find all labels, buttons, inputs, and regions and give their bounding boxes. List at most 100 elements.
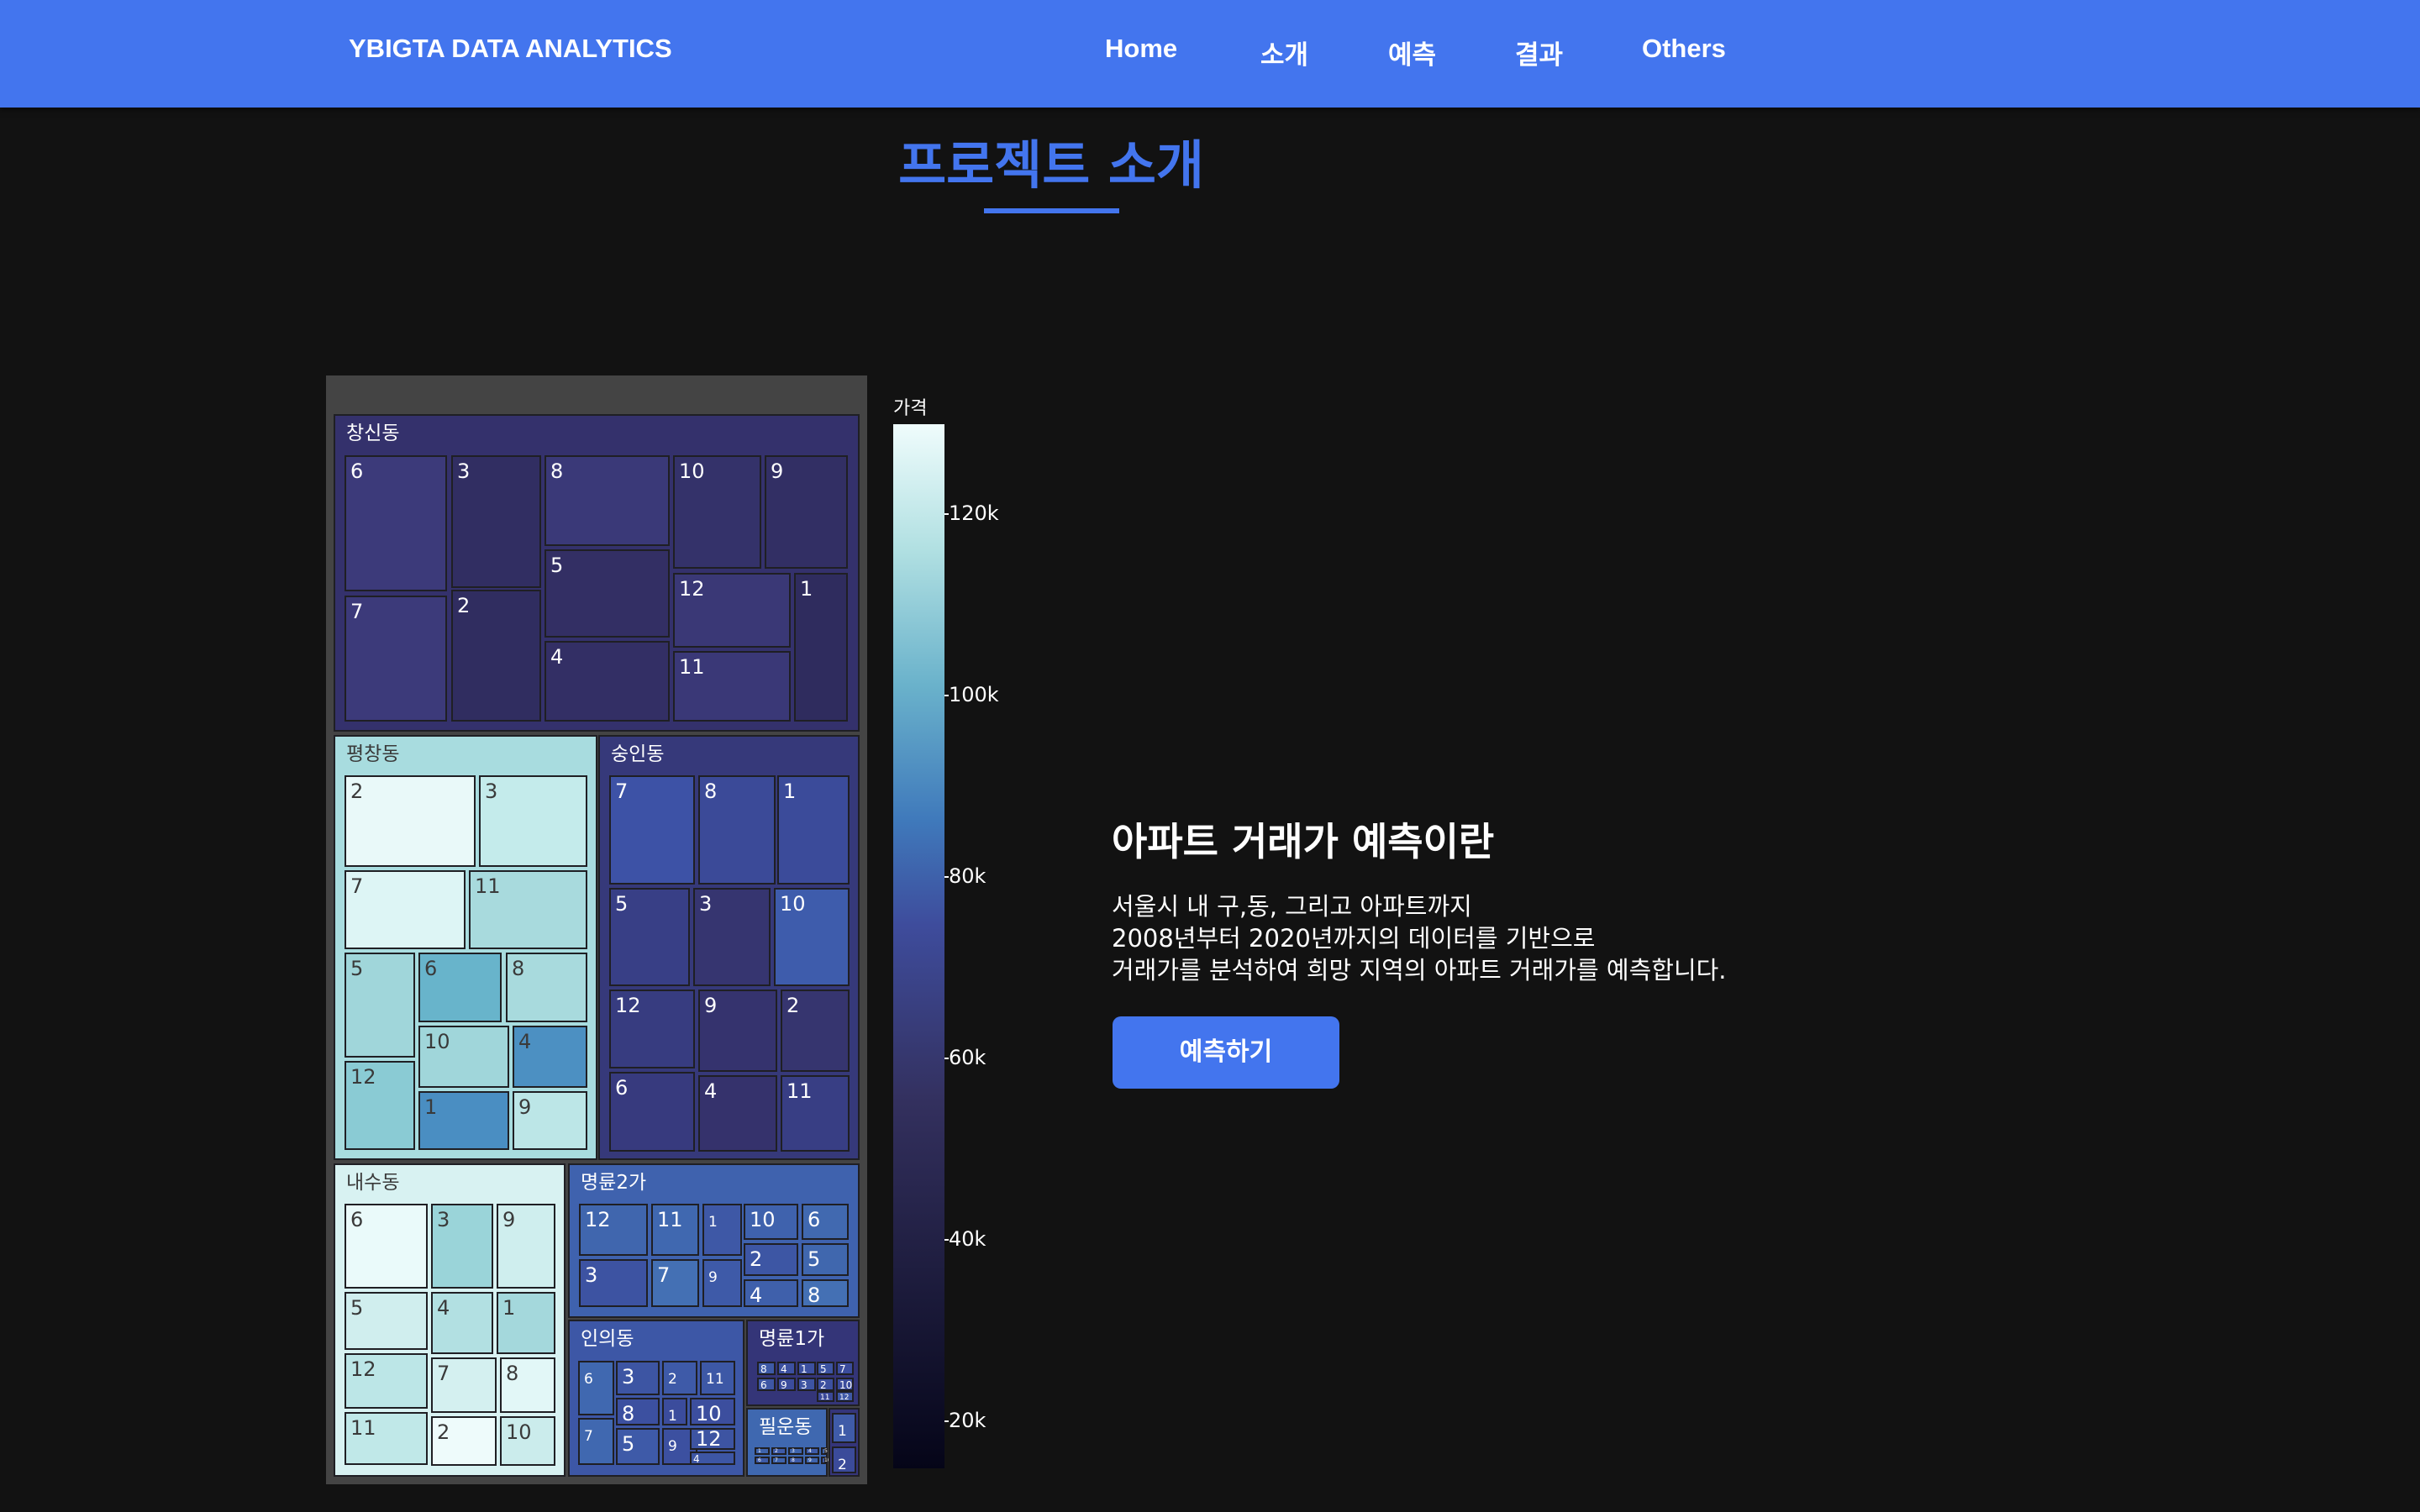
treemap-cell-label: 3 [437,1208,450,1231]
colorbar-tick-label: 80k [949,864,986,888]
treemap-cell-label: 3 [801,1379,808,1391]
nav-intro[interactable]: 소개 [1260,34,1308,71]
treemap-cell-label: 1 [708,1214,718,1231]
treemap-cell-label: 9 [502,1208,515,1231]
treemap-cell-label: 4 [437,1296,450,1320]
treemap-cell-label: 8 [550,459,563,483]
treemap-cell-label: 1 [758,1448,761,1454]
treemap-cell-label: 3 [699,892,712,916]
treemap-cell-label: 4 [550,645,563,669]
treemap-cell-label: 5 [622,1432,634,1456]
page-title: 프로젝트 소개 [898,134,1204,196]
treemap-cell-label: 12 [679,577,705,601]
treemap-cell-label: 2 [668,1371,677,1388]
treemap-cell-label: 4 [704,1079,717,1103]
colorbar-tick-label: 60k [949,1046,986,1069]
colorbar-tick-label: 40k [949,1227,986,1251]
treemap-cell-label: 6 [760,1379,767,1391]
nav-others[interactable]: Others [1642,34,1726,64]
treemap-cell-label: 3 [585,1263,597,1287]
treemap-cell-label: 9 [518,1095,531,1119]
treemap-cell-label: 11 [475,874,501,898]
treemap-cell-label: 10 [750,1208,776,1231]
colorbar-tick-label: 20k [949,1409,986,1432]
treemap-cell-label: 10 [839,1379,852,1391]
treemap-cell-label: 10 [424,1030,450,1053]
treemap-cell-label: 4 [808,1448,812,1454]
treemap-cell-label: 7 [437,1362,450,1385]
treemap-cell-label: 1 [801,1363,808,1375]
treemap-cell-label: 1 [800,577,813,601]
treemap-cell-label: 11 [786,1079,813,1103]
treemap-cell[interactable] [544,455,670,546]
treemap-cell-label: 8 [792,1457,795,1463]
treemap-cell-label: 2 [820,1379,827,1391]
treemap-cell-label: 12 [615,994,641,1017]
treemap-cell-label: 8 [512,957,524,980]
nav-predict[interactable]: 예측 [1388,34,1436,71]
treemap-cell-label: 1 [838,1423,847,1440]
nav-results[interactable]: 결과 [1515,34,1563,71]
treemap-cell[interactable] [544,549,670,638]
treemap-group-label: 필운동 [759,1416,812,1438]
info-line: 2008년부터 2020년까지의 데이터를 기반으로 [1112,924,1596,953]
treemap-cell-label: 6 [584,1371,593,1388]
treemap-cell-label: 7 [350,600,363,623]
treemap-cell-label: 8 [506,1362,518,1385]
treemap-cell-label: 5 [820,1363,827,1375]
treemap-cell-label: 9 [704,994,717,1017]
treemap-cell-label: 8 [808,1284,820,1307]
info-heading: 아파트 거래가 예측이란 [1112,819,1495,864]
treemap-cell-label: 12 [350,1065,376,1089]
treemap-cell-label: 5 [350,957,363,980]
treemap-cell-label: 9 [781,1379,787,1391]
treemap-cell-label: 8 [704,780,717,803]
treemap-cell-label: 10 [506,1420,532,1444]
treemap-cell[interactable] [345,775,476,867]
treemap-cell-label: 1 [783,780,796,803]
treemap-cell-label: 4 [518,1030,531,1053]
treemap-cell-label: 8 [760,1363,767,1375]
treemap-cell-label: 4 [750,1284,762,1307]
treemap-cell[interactable] [578,1361,614,1415]
treemap-cell-label: 11 [657,1208,683,1231]
colorbar-tick-label: 100k [949,683,999,706]
nav-home[interactable]: Home [1105,34,1177,64]
title-underline [984,208,1119,213]
info-line: 거래가를 분석하여 희망 지역의 아파트 거래가를 예측합니다. [1112,956,1727,984]
treemap-cell-label: 7 [775,1457,778,1463]
treemap-cell-label: 2 [437,1420,450,1444]
treemap-cell-label: 5 [824,1448,828,1454]
treemap-cell-label: 5 [550,554,563,577]
treemap-cell-label: 10 [679,459,705,483]
brand-logo-text[interactable]: YBIGTA DATA ANALYTICS [349,34,672,64]
treemap-cell-label: 10 [780,892,806,916]
colorbar-gradient [893,424,944,1468]
treemap-group-label: 평창동 [346,743,399,765]
treemap-cell-label: 1 [424,1095,437,1119]
treemap-cell-label: 12 [839,1394,849,1402]
treemap-cell-label: 6 [615,1076,628,1100]
treemap-cell-label: 9 [771,459,783,483]
treemap-cell-label: 6 [758,1457,761,1463]
treemap-cell[interactable] [345,870,466,949]
treemap-cell-label: 11 [706,1371,724,1388]
treemap-chart: 창신동6 3 8 10 97 2512 14 11평창동2 37 115 6 810 4121 9숭인동7… [334,414,860,1477]
treemap-cell-label: 7 [584,1428,593,1445]
info-line: 서울시 내 구,동, 그리고 아파트까지 [1112,892,1472,921]
treemap-cell-label: 11 [350,1416,376,1440]
treemap-cell-label: 12 [696,1427,722,1451]
treemap-cell-label: 11 [679,655,705,679]
predict-button[interactable]: 예측하기 [1113,1016,1339,1089]
treemap-cell-label: 4 [781,1363,787,1375]
treemap-group-label: 명륜2가 [581,1172,646,1194]
treemap-cell-label: 2 [457,594,470,617]
treemap-cell-label: 12 [350,1357,376,1381]
top-navbar: YBIGTA DATA ANALYTICS Home 소개 예측 결과 Othe… [0,0,2420,108]
treemap-cell-label: 6 [350,459,363,483]
treemap-cell-label: 2 [775,1448,778,1454]
treemap-cell-label: 5 [808,1247,820,1271]
treemap-cell[interactable] [544,641,670,722]
treemap-group-label: 인의동 [581,1328,634,1350]
treemap-cell-label: 6 [350,1208,363,1231]
